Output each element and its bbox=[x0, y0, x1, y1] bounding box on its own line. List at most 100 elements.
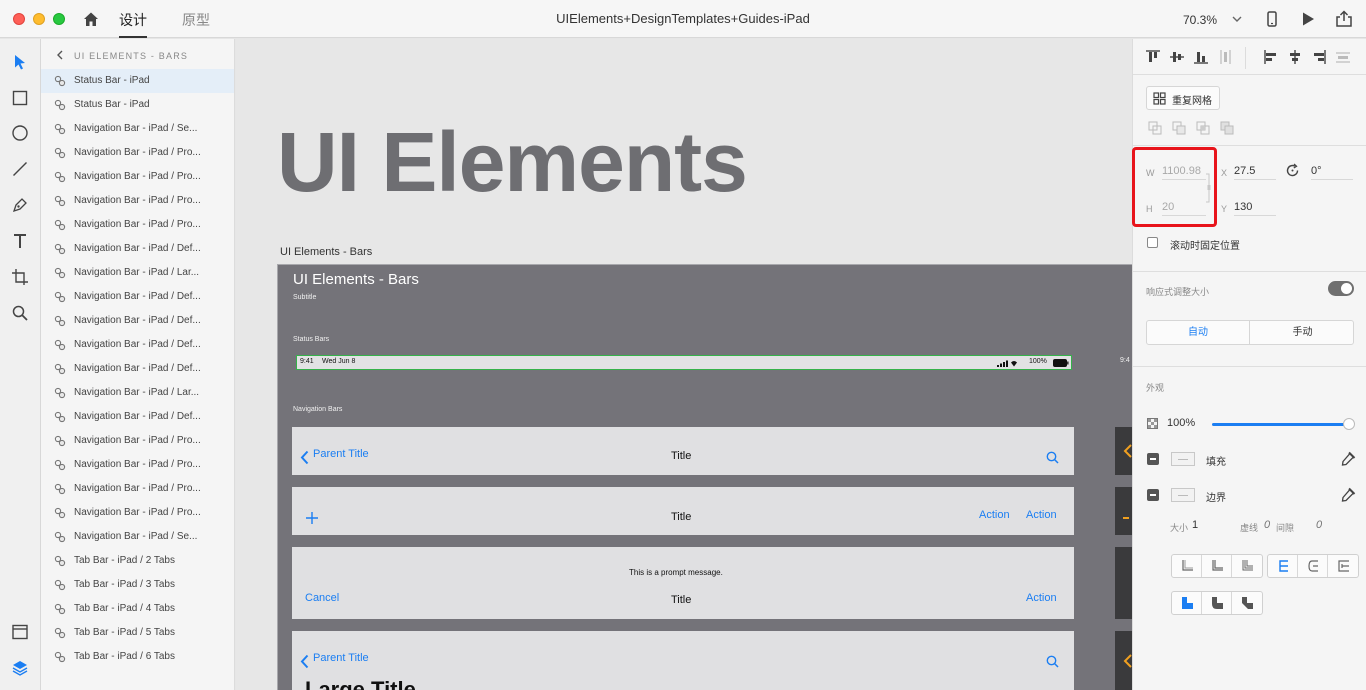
layer-item[interactable]: Tab Bar - iPad / 6 Tabs bbox=[41, 645, 234, 669]
border-inside-button[interactable] bbox=[1268, 555, 1298, 577]
pen-tool-icon[interactable] bbox=[11, 196, 29, 214]
layer-item[interactable]: Tab Bar - iPad / 3 Tabs bbox=[41, 573, 234, 597]
assets-panel-icon[interactable] bbox=[11, 623, 29, 641]
distribute-horizontal-icon[interactable] bbox=[1335, 49, 1351, 65]
fixed-position-checkbox[interactable] bbox=[1147, 237, 1158, 248]
chevron-left-icon[interactable] bbox=[55, 50, 65, 60]
tab-prototype[interactable]: 原型 bbox=[182, 10, 210, 30]
layer-item[interactable]: Navigation Bar - iPad / Se... bbox=[41, 117, 234, 141]
border-color-swatch[interactable] bbox=[1171, 488, 1195, 502]
layer-item[interactable]: Navigation Bar - iPad / Def... bbox=[41, 237, 234, 261]
boolean-exclude-icon[interactable] bbox=[1220, 121, 1234, 135]
layers-panel-icon[interactable] bbox=[11, 659, 29, 677]
navigation-bar-3[interactable]: This is a prompt message. Cancel Title A… bbox=[292, 547, 1074, 619]
eyedropper-icon[interactable] bbox=[1340, 487, 1356, 503]
layer-item[interactable]: Navigation Bar - iPad / Pro... bbox=[41, 477, 234, 501]
resize-manual-button[interactable]: 手动 bbox=[1251, 321, 1354, 344]
minimize-window-button[interactable] bbox=[33, 13, 45, 25]
layer-item[interactable]: Navigation Bar - iPad / Se... bbox=[41, 525, 234, 549]
border-outside-button[interactable] bbox=[1328, 555, 1358, 577]
canvas-big-title[interactable]: UI Elements bbox=[277, 114, 748, 211]
fill-color-swatch[interactable] bbox=[1171, 452, 1195, 466]
layer-item[interactable]: Navigation Bar - iPad / Pro... bbox=[41, 453, 234, 477]
opacity-value[interactable]: 100% bbox=[1167, 417, 1195, 429]
opacity-slider[interactable] bbox=[1212, 423, 1349, 426]
status-bar-selected[interactable]: 9:41 Wed Jun 8 100% bbox=[296, 355, 1072, 370]
align-left-icon[interactable] bbox=[1263, 49, 1279, 65]
layer-item[interactable]: Navigation Bar - iPad / Pro... bbox=[41, 213, 234, 237]
chevron-down-icon[interactable] bbox=[1231, 13, 1243, 25]
repeat-grid-button[interactable]: 重复网格 bbox=[1146, 86, 1220, 110]
layer-item[interactable]: Navigation Bar - iPad / Pro... bbox=[41, 189, 234, 213]
align-right-icon[interactable] bbox=[1311, 49, 1327, 65]
line-tool-icon[interactable] bbox=[11, 160, 29, 178]
distribute-vertical-icon[interactable] bbox=[1217, 49, 1233, 65]
border-toggle[interactable] bbox=[1147, 489, 1159, 501]
cap-butt-button[interactable] bbox=[1172, 555, 1202, 577]
rectangle-tool-icon[interactable] bbox=[11, 89, 29, 107]
fill-toggle[interactable] bbox=[1147, 453, 1159, 465]
artboard-label[interactable]: UI Elements - Bars bbox=[280, 246, 372, 258]
tab-design[interactable]: 设计 bbox=[119, 10, 147, 38]
zoom-window-button[interactable] bbox=[53, 13, 65, 25]
device-preview-icon[interactable] bbox=[1263, 10, 1281, 28]
layer-label: Navigation Bar - iPad / Pro... bbox=[74, 195, 201, 206]
grid-icon bbox=[1153, 92, 1166, 105]
layer-item[interactable]: Navigation Bar - iPad / Def... bbox=[41, 357, 234, 381]
text-tool-icon[interactable] bbox=[11, 232, 29, 250]
layer-item[interactable]: Tab Bar - iPad / 2 Tabs bbox=[41, 549, 234, 573]
align-bottom-icon[interactable] bbox=[1193, 49, 1209, 65]
boolean-intersect-icon[interactable] bbox=[1196, 121, 1210, 135]
border-dash-input[interactable]: 0 bbox=[1264, 519, 1270, 531]
layer-item[interactable]: Status Bar - iPad bbox=[41, 69, 234, 93]
zoom-level[interactable]: 70.3% bbox=[1183, 13, 1217, 27]
navigation-bar-2[interactable]: Title Action Action bbox=[292, 487, 1074, 535]
eyedropper-icon[interactable] bbox=[1340, 451, 1356, 467]
navigation-bar-4[interactable]: Parent Title Large Title bbox=[292, 631, 1074, 690]
cap-square-button[interactable] bbox=[1232, 555, 1262, 577]
layer-item[interactable]: Navigation Bar - iPad / Pro... bbox=[41, 165, 234, 189]
play-icon[interactable] bbox=[1299, 10, 1317, 28]
align-top-icon[interactable] bbox=[1145, 49, 1161, 65]
join-round-button[interactable] bbox=[1202, 592, 1232, 614]
zoom-tool-icon[interactable] bbox=[11, 304, 29, 322]
boolean-add-icon[interactable] bbox=[1148, 121, 1162, 135]
boolean-subtract-icon[interactable] bbox=[1172, 121, 1186, 135]
align-middle-icon[interactable] bbox=[1169, 49, 1185, 65]
join-bevel-button[interactable] bbox=[1232, 592, 1262, 614]
artboard-ui-elements-bars[interactable]: UI Elements - Bars Subtitle Status Bars … bbox=[277, 264, 1132, 690]
layer-item[interactable]: Tab Bar - iPad / 4 Tabs bbox=[41, 597, 234, 621]
layer-item[interactable]: Navigation Bar - iPad / Pro... bbox=[41, 501, 234, 525]
layer-item[interactable]: Status Bar - iPad bbox=[41, 93, 234, 117]
layer-item[interactable]: Navigation Bar - iPad / Lar... bbox=[41, 261, 234, 285]
artboard-tool-icon[interactable] bbox=[11, 268, 29, 286]
select-tool-icon[interactable] bbox=[11, 53, 29, 71]
ellipse-tool-icon[interactable] bbox=[11, 124, 29, 142]
navigation-bar-1[interactable]: Parent Title Title bbox=[292, 427, 1074, 475]
join-miter-button[interactable] bbox=[1172, 592, 1202, 614]
layer-item[interactable]: Navigation Bar - iPad / Def... bbox=[41, 285, 234, 309]
layer-item[interactable]: Navigation Bar - iPad / Def... bbox=[41, 309, 234, 333]
y-input[interactable]: 130 bbox=[1234, 201, 1276, 216]
design-canvas[interactable]: UI Elements UI Elements - Bars UI Elemen… bbox=[236, 39, 1132, 690]
layer-item[interactable]: Navigation Bar - iPad / Def... bbox=[41, 333, 234, 357]
border-center-button[interactable] bbox=[1298, 555, 1328, 577]
x-input[interactable]: 27.5 bbox=[1234, 165, 1276, 180]
border-gap-input[interactable]: 0 bbox=[1316, 519, 1322, 531]
resize-auto-button[interactable]: 自动 bbox=[1147, 321, 1250, 344]
responsive-resize-toggle[interactable] bbox=[1328, 281, 1354, 296]
layer-item[interactable]: Navigation Bar - iPad / Def... bbox=[41, 405, 234, 429]
layer-item[interactable]: Navigation Bar - iPad / Pro... bbox=[41, 141, 234, 165]
close-window-button[interactable] bbox=[13, 13, 25, 25]
rotation-input[interactable]: 0° bbox=[1311, 165, 1353, 180]
home-icon[interactable] bbox=[82, 10, 100, 28]
layer-item[interactable]: Navigation Bar - iPad / Lar... bbox=[41, 381, 234, 405]
layer-item[interactable]: Navigation Bar - iPad / Pro... bbox=[41, 429, 234, 453]
layer-item[interactable]: Tab Bar - iPad / 5 Tabs bbox=[41, 621, 234, 645]
align-center-icon[interactable] bbox=[1287, 49, 1303, 65]
cap-round-button[interactable] bbox=[1202, 555, 1232, 577]
opacity-slider-handle[interactable] bbox=[1343, 418, 1355, 430]
nav4-back-label: Parent Title bbox=[313, 652, 369, 664]
border-size-input[interactable]: 1 bbox=[1192, 519, 1198, 531]
share-icon[interactable] bbox=[1335, 10, 1353, 28]
